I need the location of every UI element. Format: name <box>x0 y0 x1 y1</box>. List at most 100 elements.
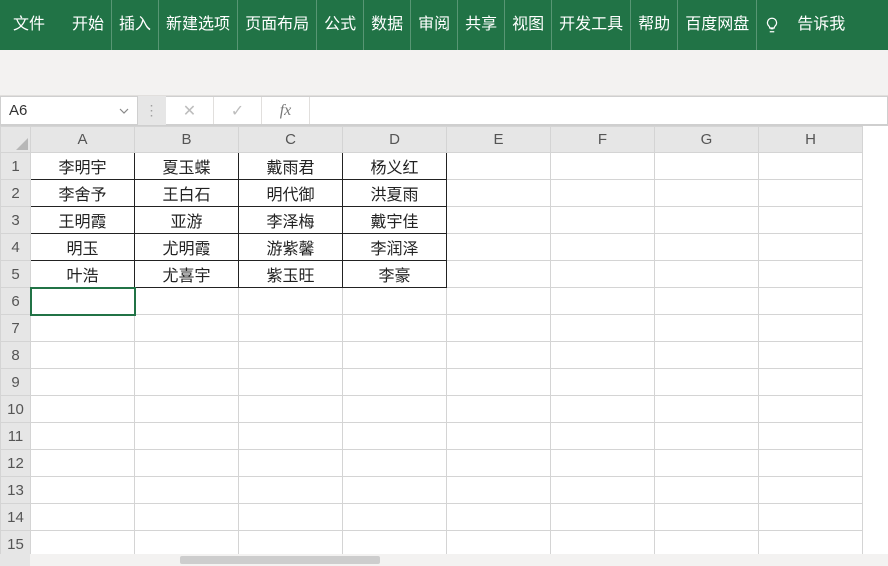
cell[interactable] <box>447 234 551 261</box>
cell[interactable] <box>655 342 759 369</box>
col-header-B[interactable]: B <box>135 127 239 153</box>
tab-new-option[interactable]: 新建选项 <box>159 0 238 50</box>
tab-insert[interactable]: 插入 <box>112 0 159 50</box>
cell[interactable] <box>135 504 239 531</box>
tab-formulas[interactable]: 公式 <box>317 0 364 50</box>
cell[interactable]: 叶浩 <box>31 261 135 288</box>
cell[interactable] <box>31 504 135 531</box>
cell[interactable] <box>447 315 551 342</box>
col-header-F[interactable]: F <box>551 127 655 153</box>
cell[interactable]: 李润泽 <box>343 234 447 261</box>
row-header[interactable]: 9 <box>1 369 31 396</box>
cell[interactable] <box>759 423 863 450</box>
scrollbar-track[interactable] <box>30 554 888 566</box>
tab-review[interactable]: 审阅 <box>411 0 458 50</box>
tab-page-layout[interactable]: 页面布局 <box>238 0 317 50</box>
row-header[interactable]: 13 <box>1 477 31 504</box>
cell[interactable] <box>135 288 239 315</box>
cell[interactable] <box>655 396 759 423</box>
cell[interactable] <box>759 477 863 504</box>
cell[interactable] <box>551 288 655 315</box>
tab-baidu-disk[interactable]: 百度网盘 <box>678 0 757 50</box>
cell[interactable] <box>655 504 759 531</box>
cell[interactable]: 戴雨君 <box>239 153 343 180</box>
row-header[interactable]: 3 <box>1 207 31 234</box>
cell[interactable] <box>31 342 135 369</box>
cell[interactable] <box>655 369 759 396</box>
cell[interactable] <box>759 234 863 261</box>
cell[interactable] <box>135 315 239 342</box>
cell[interactable] <box>655 531 759 555</box>
cell[interactable] <box>655 234 759 261</box>
cell[interactable] <box>343 423 447 450</box>
col-header-C[interactable]: C <box>239 127 343 153</box>
cell[interactable]: 李明宇 <box>31 153 135 180</box>
cell[interactable] <box>655 477 759 504</box>
cell-selected[interactable] <box>31 288 135 315</box>
cell[interactable] <box>343 504 447 531</box>
cell[interactable] <box>343 396 447 423</box>
name-box[interactable]: A6 <box>0 96 138 125</box>
cell[interactable] <box>655 288 759 315</box>
fx-icon[interactable]: fx <box>262 97 310 124</box>
row-header[interactable]: 8 <box>1 342 31 369</box>
chevron-down-icon[interactable] <box>119 106 129 116</box>
cell[interactable]: 紫玉旺 <box>239 261 343 288</box>
cell[interactable] <box>135 396 239 423</box>
tell-me-input[interactable]: 告诉我 <box>787 0 855 50</box>
row-header[interactable]: 11 <box>1 423 31 450</box>
cell[interactable] <box>759 504 863 531</box>
cell[interactable] <box>759 531 863 555</box>
cell[interactable]: 尤明霞 <box>135 234 239 261</box>
cell[interactable]: 李豪 <box>343 261 447 288</box>
cell[interactable] <box>551 180 655 207</box>
cell[interactable] <box>31 396 135 423</box>
cell[interactable] <box>135 531 239 555</box>
col-header-E[interactable]: E <box>447 127 551 153</box>
cell[interactable] <box>551 315 655 342</box>
cell[interactable] <box>447 261 551 288</box>
cell[interactable] <box>551 369 655 396</box>
cell[interactable] <box>239 531 343 555</box>
cell[interactable] <box>343 450 447 477</box>
col-header-H[interactable]: H <box>759 127 863 153</box>
cell[interactable] <box>447 531 551 555</box>
cell[interactable]: 尤喜宇 <box>135 261 239 288</box>
cell[interactable] <box>655 423 759 450</box>
cell[interactable] <box>759 288 863 315</box>
cancel-formula-button[interactable]: ✕ <box>166 97 214 124</box>
cell[interactable]: 夏玉蝶 <box>135 153 239 180</box>
cell[interactable] <box>447 342 551 369</box>
cell[interactable] <box>447 396 551 423</box>
cell[interactable] <box>655 180 759 207</box>
cell[interactable] <box>447 504 551 531</box>
cell[interactable] <box>239 477 343 504</box>
cell[interactable] <box>655 315 759 342</box>
cell[interactable] <box>343 315 447 342</box>
cell[interactable] <box>135 423 239 450</box>
spreadsheet-grid[interactable]: A B C D E F G H 1 李明宇 夏玉蝶 戴雨君 杨义红 <box>0 126 888 554</box>
cell[interactable] <box>135 450 239 477</box>
cell[interactable] <box>447 423 551 450</box>
tab-view[interactable]: 视图 <box>505 0 552 50</box>
tab-developer[interactable]: 开发工具 <box>552 0 631 50</box>
cell[interactable]: 游紫馨 <box>239 234 343 261</box>
select-all-corner[interactable] <box>1 127 31 153</box>
cell[interactable]: 李舍予 <box>31 180 135 207</box>
tab-data[interactable]: 数据 <box>364 0 411 50</box>
cell[interactable] <box>759 315 863 342</box>
row-header[interactable]: 2 <box>1 180 31 207</box>
cell[interactable] <box>31 531 135 555</box>
row-header[interactable]: 7 <box>1 315 31 342</box>
cell[interactable] <box>551 234 655 261</box>
cell[interactable] <box>551 450 655 477</box>
scrollbar-thumb[interactable] <box>180 556 380 564</box>
horizontal-scrollbar[interactable] <box>0 554 888 566</box>
cell[interactable]: 洪夏雨 <box>343 180 447 207</box>
cell[interactable]: 李泽梅 <box>239 207 343 234</box>
cell[interactable] <box>551 396 655 423</box>
cell[interactable] <box>135 477 239 504</box>
cell[interactable] <box>239 369 343 396</box>
row-header[interactable]: 14 <box>1 504 31 531</box>
lightbulb-icon[interactable] <box>757 0 787 50</box>
